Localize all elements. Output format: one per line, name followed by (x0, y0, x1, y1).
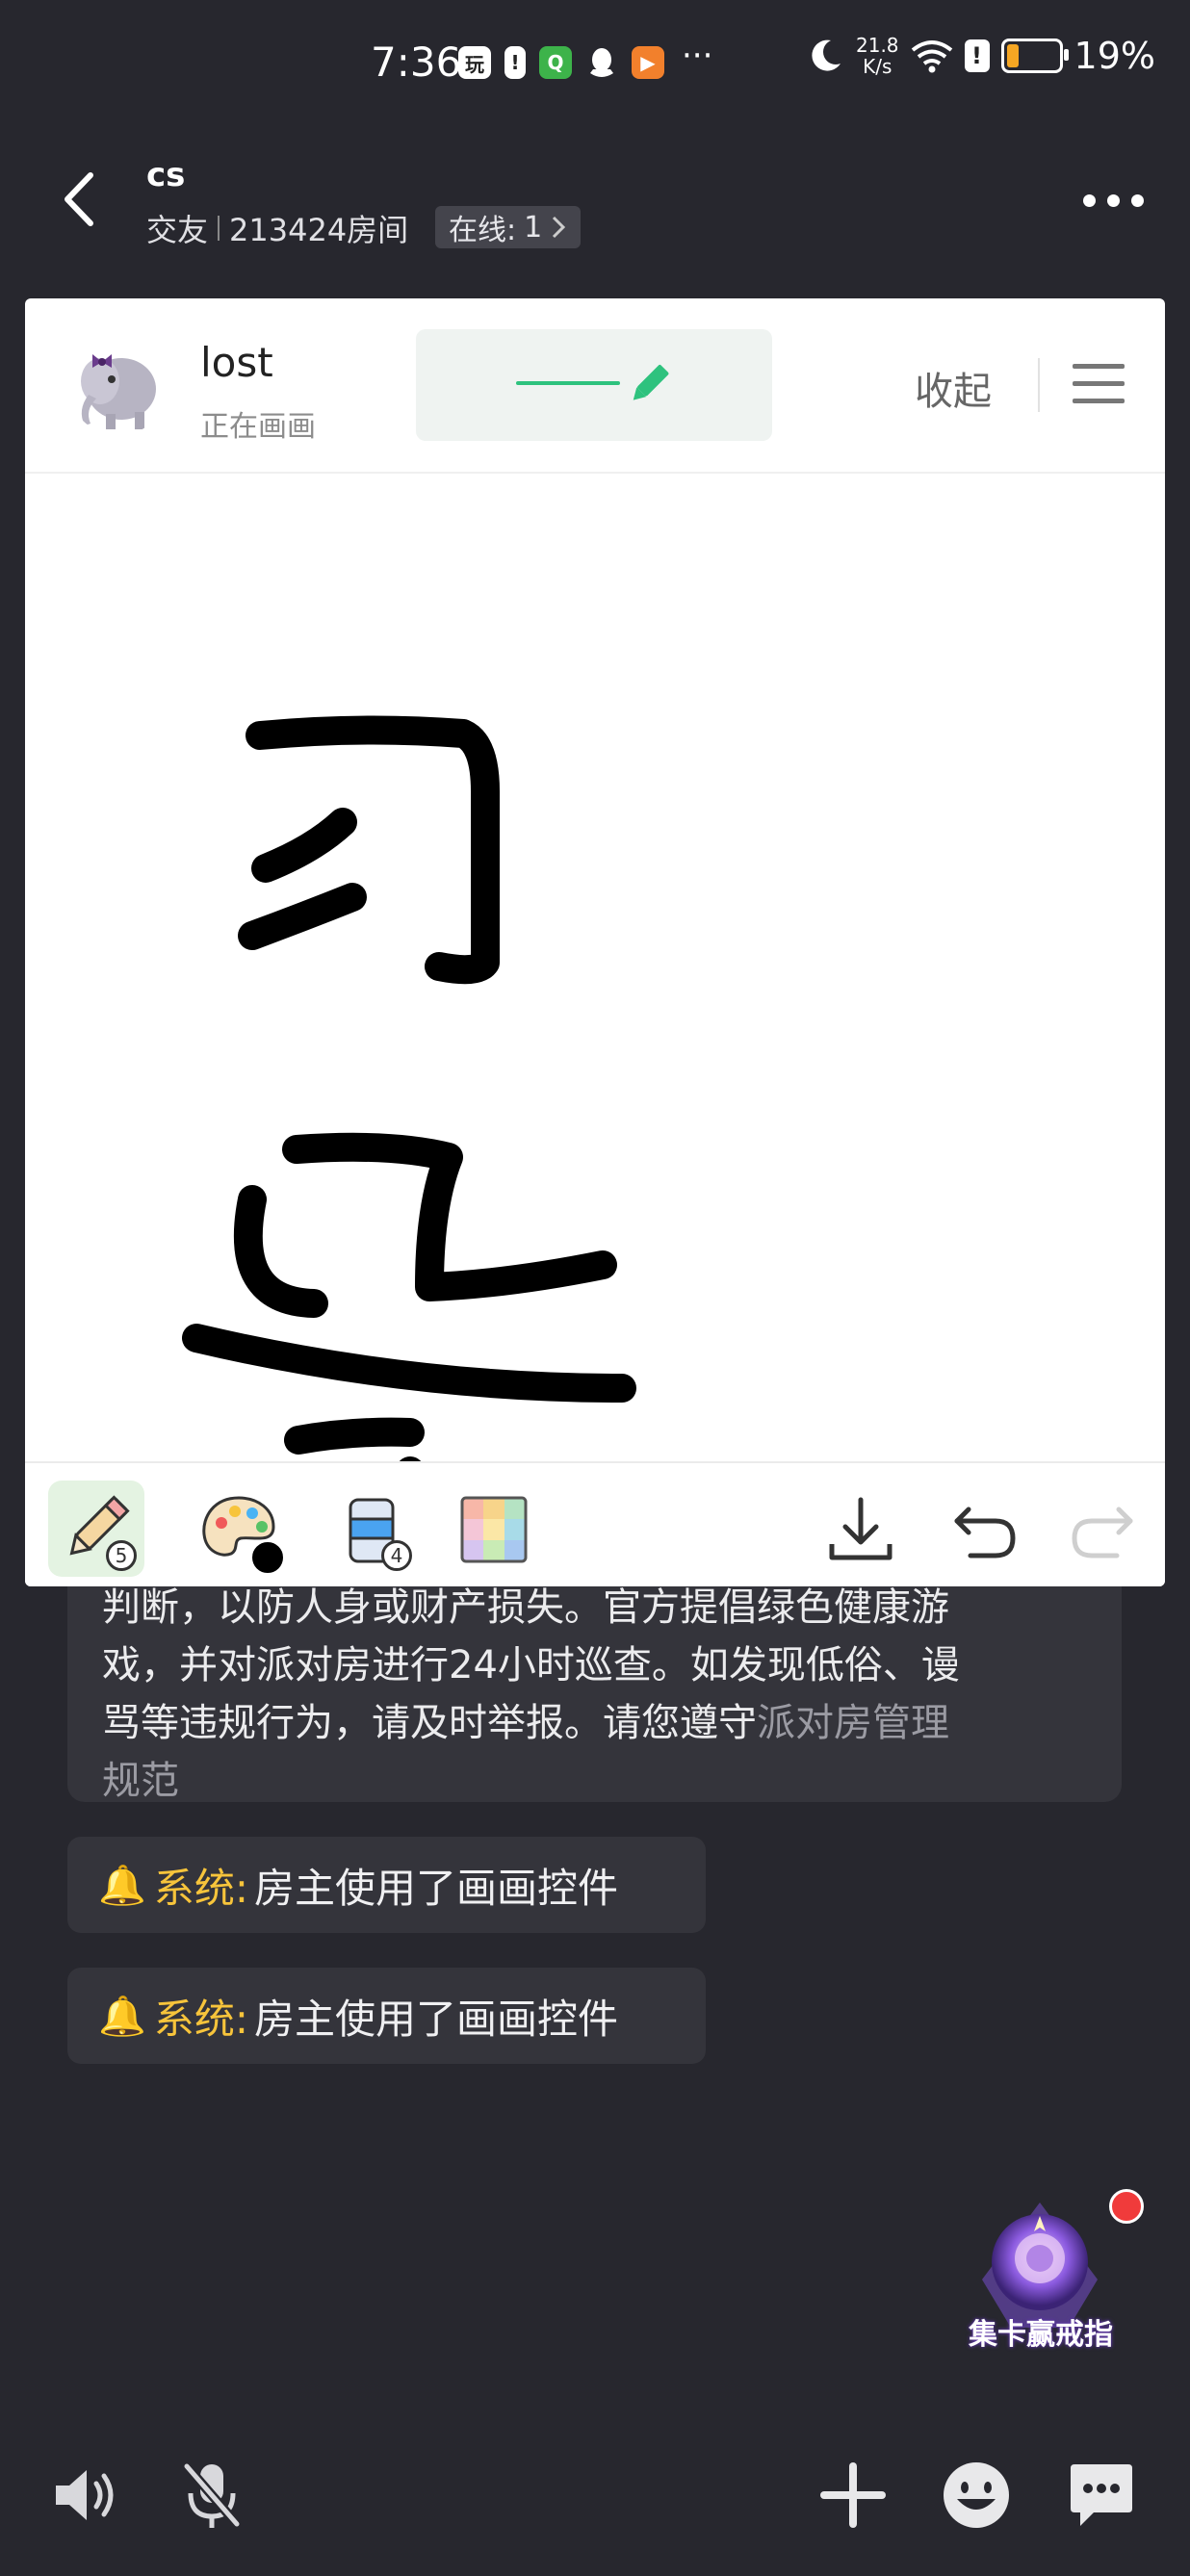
canvas-background-button[interactable] (445, 1481, 541, 1577)
drawing-toolbar: 5 4 (25, 1461, 1165, 1586)
room-header: cs 交友 213424房间 在线: 1 (0, 144, 1190, 270)
warning-icon: ! (964, 39, 990, 72)
promo-label: 集卡赢戒指 (969, 2318, 1113, 2352)
undo-button[interactable] (936, 1481, 1032, 1577)
system-label: 系统: (153, 1864, 248, 1912)
plus-icon[interactable] (815, 2457, 892, 2534)
download-button[interactable] (813, 1481, 909, 1577)
pencil-tool-button[interactable]: 5 (48, 1481, 144, 1577)
notice-line: 骂等违规行为，请及时举报。请您遵守派对房管理 (102, 1694, 1087, 1752)
notice-line: 判断，以防人身或财产损失。官方提倡绿色健康游 (102, 1585, 949, 1630)
microphone-muted-icon[interactable] (173, 2457, 250, 2534)
collapse-button[interactable]: 收起 (915, 360, 992, 416)
moon-icon (812, 39, 841, 71)
system-message: 🔔 系统: 房主使用了画画控件 (67, 1968, 706, 2064)
header-divider (1038, 358, 1040, 412)
eraser-size-badge: 4 (381, 1540, 412, 1571)
subtitle-divider (218, 216, 220, 241)
brush-preview-stroke (516, 365, 669, 400)
drawing-canvas[interactable] (25, 474, 1165, 1586)
notice-text: 骂等违规行为，请及时举报。请您遵守 (102, 1701, 757, 1745)
party-room-rules-link-cont[interactable]: 规范 (102, 1752, 1087, 1802)
status-right: 21.8 K/s ! 19% (806, 35, 1155, 77)
chat-message-icon[interactable] (1063, 2457, 1140, 2534)
notice-line: 戏，并对派对房进行24小时巡查。如发现低俗、谩 (102, 1643, 960, 1687)
more-options-button[interactable] (1083, 194, 1144, 207)
wifi-icon (911, 40, 952, 73)
drawing-panel: lost 正在画画 收起 5 4 (25, 298, 1165, 1586)
pencil-size-badge: 5 (106, 1540, 137, 1571)
brush-preview-button[interactable] (416, 329, 772, 441)
speaker-icon[interactable] (48, 2457, 125, 2534)
eraser-tool-button[interactable]: 4 (323, 1481, 420, 1577)
status-time: 7:36 (371, 39, 462, 86)
battery-percent: 19% (1074, 35, 1155, 77)
online-count-button[interactable]: 在线: 1 (435, 206, 582, 248)
notification-dot (1109, 2189, 1144, 2224)
net-speed-value: 21.8 (856, 34, 899, 57)
status-more-icon: ··· (682, 37, 713, 75)
chevron-right-icon (553, 216, 566, 239)
room-number: 213424房间 (229, 212, 409, 248)
online-count: 1 (524, 210, 543, 245)
download-icon (829, 1497, 892, 1560)
back-button[interactable] (54, 166, 112, 233)
video-app-icon: ▶ (632, 46, 664, 79)
game-app-icon: Q (539, 46, 572, 79)
undo-icon (954, 1507, 1016, 1558)
room-title: cs (146, 156, 186, 194)
system-message-text: 房主使用了画画控件 (253, 1864, 618, 1912)
party-room-rules-link[interactable]: 派对房管理 (757, 1701, 949, 1745)
elephant-avatar-image (67, 333, 169, 435)
menu-icon[interactable] (1073, 362, 1125, 406)
drawer-status: 正在画画 (200, 410, 316, 444)
color-palette-button[interactable] (191, 1481, 287, 1577)
grid-icon (460, 1496, 528, 1563)
net-speed-unit: K/s (863, 55, 892, 78)
drawer-name: lost (200, 339, 273, 386)
system-message-text: 房主使用了画画控件 (253, 1995, 618, 2043)
redo-button[interactable] (1055, 1481, 1151, 1577)
bell-icon: 🔔 (98, 1994, 146, 2039)
room-category: 交友 (146, 212, 209, 248)
redo-icon (1072, 1507, 1133, 1558)
avatar[interactable] (67, 333, 169, 435)
emoji-icon[interactable] (938, 2457, 1015, 2534)
palette-color-badge (252, 1542, 283, 1573)
net-speed: 21.8 K/s (856, 35, 899, 77)
online-label: 在线: (449, 214, 517, 247)
system-message: 🔔 系统: 房主使用了画画控件 (67, 1837, 706, 1933)
status-app-icons: 玩 ! Q ▶ (458, 46, 664, 79)
bell-icon: 🔔 (98, 1863, 146, 1908)
bottom-action-bar (0, 2445, 1190, 2561)
drawing-panel-header: lost 正在画画 收起 (25, 298, 1165, 474)
qq-icon (585, 46, 618, 79)
status-bar: 7:36 玩 ! Q ▶ ··· 21.8 K/s ! 19% (0, 0, 1190, 135)
play-app-icon: 玩 (458, 46, 491, 79)
system-label: 系统: (153, 1995, 248, 2043)
pencil-icon (633, 365, 669, 400)
battery-icon (1000, 39, 1069, 73)
alert-icon: ! (504, 46, 526, 79)
room-subtitle: 交友 213424房间 (146, 206, 408, 250)
